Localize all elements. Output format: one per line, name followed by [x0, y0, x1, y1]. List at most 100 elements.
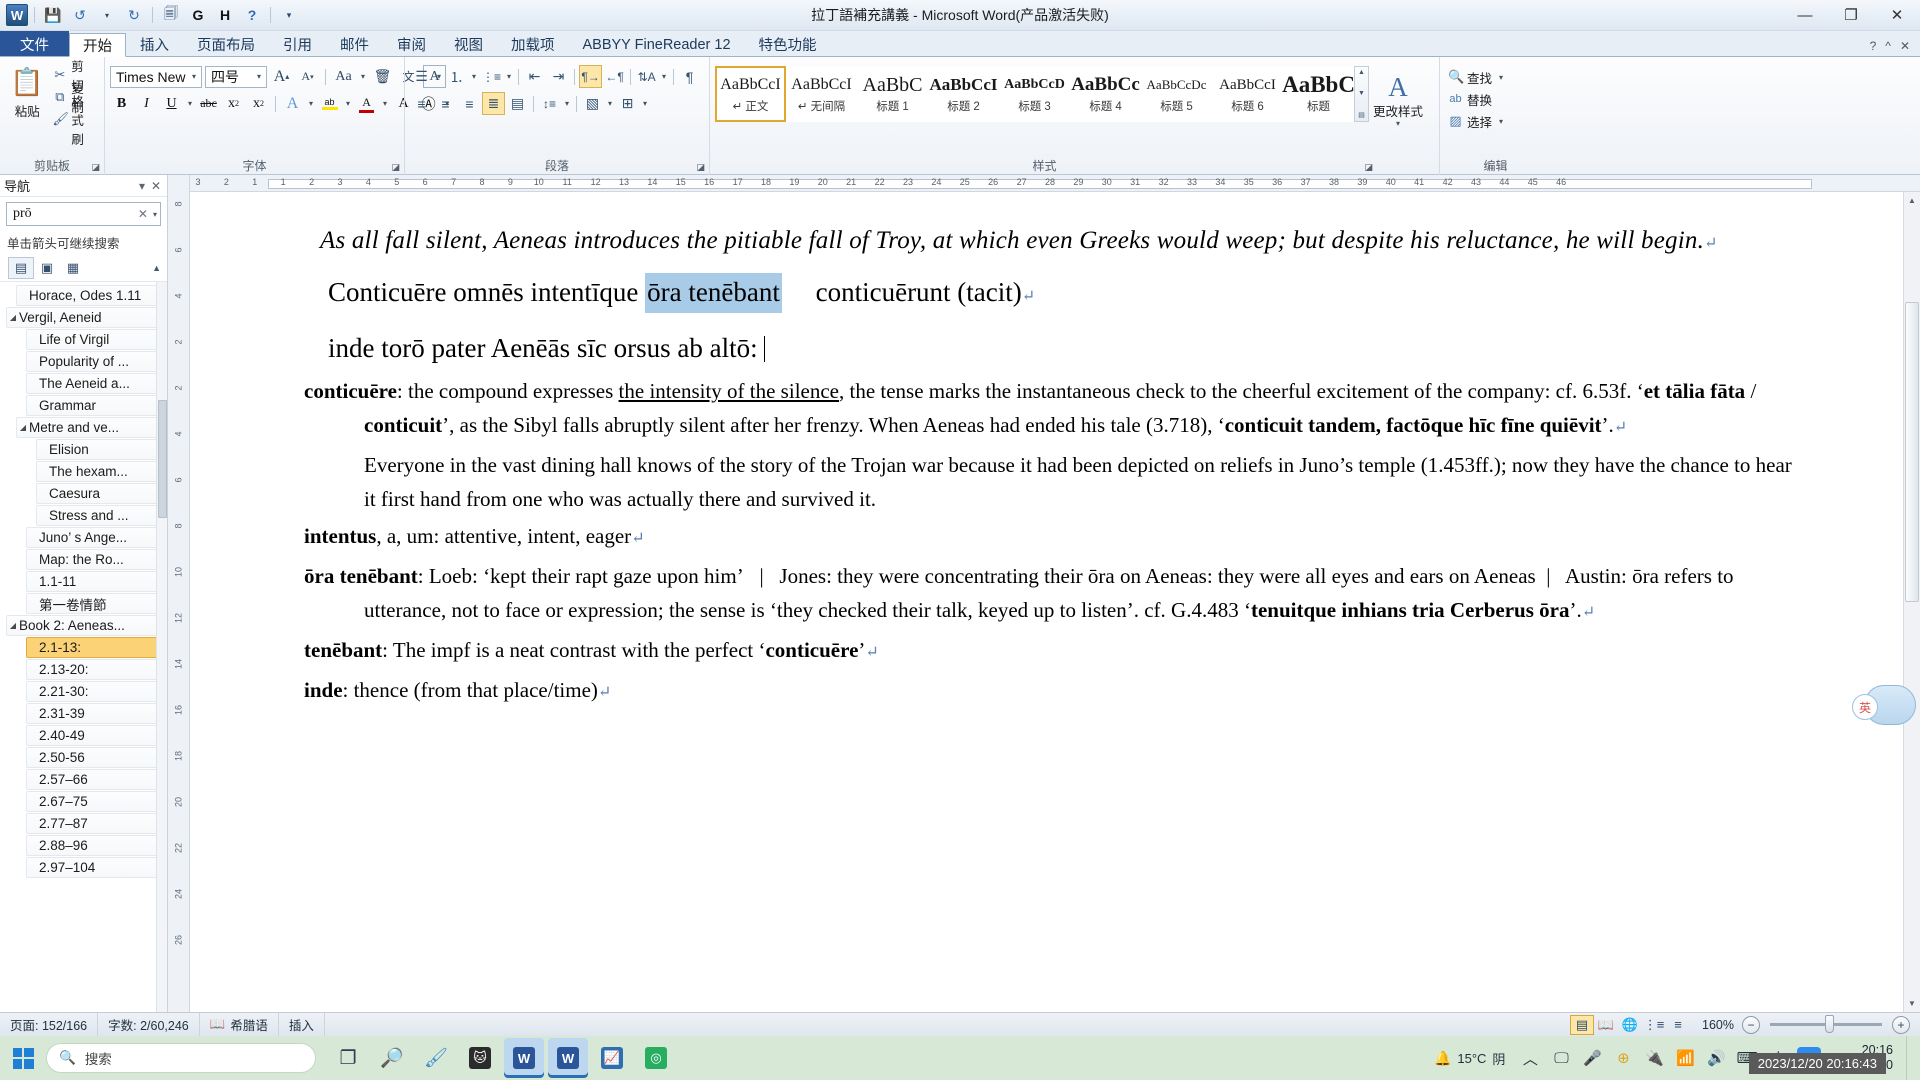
- chevron-down-icon[interactable]: ▾: [254, 72, 264, 81]
- scroll-down-icon[interactable]: ▼: [1358, 90, 1365, 97]
- nav-item[interactable]: 2.97–104: [26, 857, 159, 878]
- save-icon[interactable]: 💾: [41, 4, 65, 26]
- document-note[interactable]: conticuēre: the compound expresses the i…: [268, 374, 1805, 445]
- style-item-8[interactable]: AaBbC 标题: [1282, 66, 1355, 122]
- clear-search-icon[interactable]: ✕: [135, 207, 151, 221]
- tab-page-layout[interactable]: 页面布局: [183, 32, 269, 56]
- chevron-down-icon[interactable]: ▾: [185, 99, 195, 108]
- zoom-slider[interactable]: [1770, 1015, 1882, 1033]
- align-right-icon[interactable]: ≡: [458, 92, 481, 115]
- print-layout-view-icon[interactable]: ▤: [1570, 1014, 1595, 1035]
- draft-view-icon[interactable]: ≡: [1666, 1015, 1690, 1035]
- chevron-down-icon[interactable]: ▾: [306, 99, 316, 108]
- replace-button[interactable]: ab 替换: [1445, 88, 1495, 110]
- scroll-up-icon[interactable]: ▲: [1358, 69, 1365, 76]
- start-button[interactable]: [0, 1036, 46, 1080]
- word-taskbar-icon-2[interactable]: W: [548, 1038, 588, 1078]
- wifi-icon[interactable]: 📶: [1673, 1049, 1697, 1067]
- help-small-icon[interactable]: ?: [1870, 39, 1877, 53]
- page-surface[interactable]: As all fall silent, Aeneas introduces th…: [190, 192, 1893, 1012]
- sort-icon[interactable]: ⇅A: [635, 65, 658, 88]
- clipboard-dialog-launcher-icon[interactable]: ◪: [91, 162, 100, 173]
- page-indicator[interactable]: 页面: 152/166: [0, 1012, 99, 1037]
- document-note[interactable]: tenēbant: The impf is a neat contrast wi…: [268, 633, 1805, 670]
- style-item-4[interactable]: AaBbCcD 标题 3: [999, 66, 1070, 122]
- word-app-icon[interactable]: W: [6, 4, 28, 26]
- close-button[interactable]: ✕: [1874, 0, 1920, 31]
- update-icon[interactable]: ⊕: [1611, 1049, 1635, 1067]
- chevron-down-icon[interactable]: ▾: [189, 72, 199, 81]
- minimize-button[interactable]: —: [1782, 0, 1828, 31]
- nav-item[interactable]: 2.57–66: [26, 769, 159, 790]
- strikethrough-icon[interactable]: abc: [197, 92, 220, 115]
- document-content[interactable]: As all fall silent, Aeneas introduces th…: [190, 192, 1893, 710]
- find-button[interactable]: 🔍 查找 ▾: [1445, 66, 1509, 88]
- document-vertical-scrollbar[interactable]: ▲ ▼: [1903, 192, 1920, 1012]
- chevron-down-icon[interactable]: ▾: [343, 99, 353, 108]
- subscript-icon[interactable]: x2: [222, 92, 245, 115]
- line-spacing-icon[interactable]: ↕≡: [538, 92, 561, 115]
- expand-collapse-icon[interactable]: ◢: [7, 621, 19, 630]
- numbering-icon[interactable]: ⒈: [445, 65, 468, 88]
- decrease-indent-icon[interactable]: ⇤: [523, 65, 546, 88]
- chevron-down-icon[interactable]: ▾: [659, 72, 669, 81]
- nav-item[interactable]: Map: the Ro...: [26, 549, 159, 570]
- full-screen-reading-view-icon[interactable]: 📖: [1594, 1015, 1618, 1035]
- customize-qat-icon[interactable]: ▾: [277, 4, 301, 26]
- zoom-level-label[interactable]: 160%: [1690, 1018, 1742, 1032]
- g-icon[interactable]: G: [186, 4, 210, 26]
- nav-item[interactable]: 2.13-20:: [26, 659, 159, 680]
- scrollbar-thumb[interactable]: [1905, 302, 1919, 602]
- nav-item[interactable]: Popularity of ...: [26, 351, 159, 372]
- nav-item[interactable]: 2.21-30:: [26, 681, 159, 702]
- zoom-in-button[interactable]: +: [1892, 1015, 1910, 1034]
- chevron-down-icon[interactable]: ▾: [469, 72, 479, 81]
- chevron-down-icon[interactable]: ▾: [380, 99, 390, 108]
- nav-item[interactable]: Life of Virgil: [26, 329, 159, 350]
- select-button[interactable]: ▨ 选择 ▾: [1445, 110, 1509, 132]
- multilevel-list-icon[interactable]: ⋮≡: [480, 65, 503, 88]
- recorder-app-icon[interactable]: ◎: [636, 1038, 676, 1078]
- bold-icon[interactable]: B: [110, 92, 133, 115]
- nav-item[interactable]: 2.40-49: [26, 725, 159, 746]
- distribute-icon[interactable]: ▤: [506, 92, 529, 115]
- shrink-font-icon[interactable]: A ▾: [296, 65, 319, 88]
- cat-app-icon[interactable]: 🐱: [460, 1038, 500, 1078]
- superscript-icon[interactable]: x2: [247, 92, 270, 115]
- chevron-down-icon[interactable]: ▾: [1396, 119, 1400, 128]
- chevron-down-icon[interactable]: ▾: [562, 99, 572, 108]
- search-input[interactable]: prō ✕ ▾: [6, 202, 161, 226]
- tab-review[interactable]: 审阅: [383, 32, 440, 56]
- navigation-tree[interactable]: Horace, Odes 1.11 ◢ Vergil, Aeneid Life of …: [0, 282, 167, 1012]
- chevron-down-icon[interactable]: ▾: [434, 72, 444, 81]
- style-item-1[interactable]: AaBbCcI ↵ 无间隔: [786, 66, 857, 122]
- styles-gallery-scrollbar[interactable]: ▲ ▼ ▤: [1354, 66, 1369, 122]
- chevron-down-icon[interactable]: ▾: [1496, 117, 1506, 126]
- ribbon-collapse-icon[interactable]: ^: [1885, 39, 1891, 53]
- web-layout-view-icon[interactable]: 🌐: [1618, 1015, 1642, 1035]
- redo-icon[interactable]: ↻: [122, 4, 146, 26]
- nav-item[interactable]: 2.77–87: [26, 813, 159, 834]
- tab-addins[interactable]: 加载项: [497, 32, 569, 56]
- language-toggle-icon[interactable]: 英: [1852, 694, 1878, 720]
- window-controls[interactable]: — ❐ ✕: [1782, 0, 1920, 31]
- document-note[interactable]: Everyone in the vast dining hall knows o…: [268, 448, 1805, 516]
- nav-item[interactable]: Juno’ s Ange...: [26, 527, 159, 548]
- tab-file[interactable]: 文件: [0, 31, 69, 56]
- volume-icon[interactable]: 🔊: [1704, 1049, 1728, 1067]
- nav-item[interactable]: 1.1-11: [26, 571, 159, 592]
- nav-item[interactable]: 2.31-39: [26, 703, 159, 724]
- nav-item[interactable]: The hexam...: [36, 461, 159, 482]
- task-view-icon[interactable]: ❐: [328, 1038, 368, 1078]
- notes-list[interactable]: conticuēre: the compound expresses the i…: [268, 374, 1805, 710]
- headings-tab-icon[interactable]: ▤: [8, 257, 34, 279]
- floating-translate-widget[interactable]: 英: [1852, 685, 1916, 733]
- chevron-down-icon[interactable]: ▾: [640, 99, 650, 108]
- language-indicator[interactable]: 📖 希腊语: [200, 1012, 279, 1037]
- maximize-button[interactable]: ❐: [1828, 0, 1874, 31]
- chevron-down-icon[interactable]: ▾: [1496, 73, 1506, 82]
- italic-icon[interactable]: I: [135, 92, 158, 115]
- nav-item[interactable]: Grammar: [26, 395, 159, 416]
- increase-indent-icon[interactable]: ⇥: [547, 65, 570, 88]
- align-center-icon[interactable]: ≡: [434, 92, 457, 115]
